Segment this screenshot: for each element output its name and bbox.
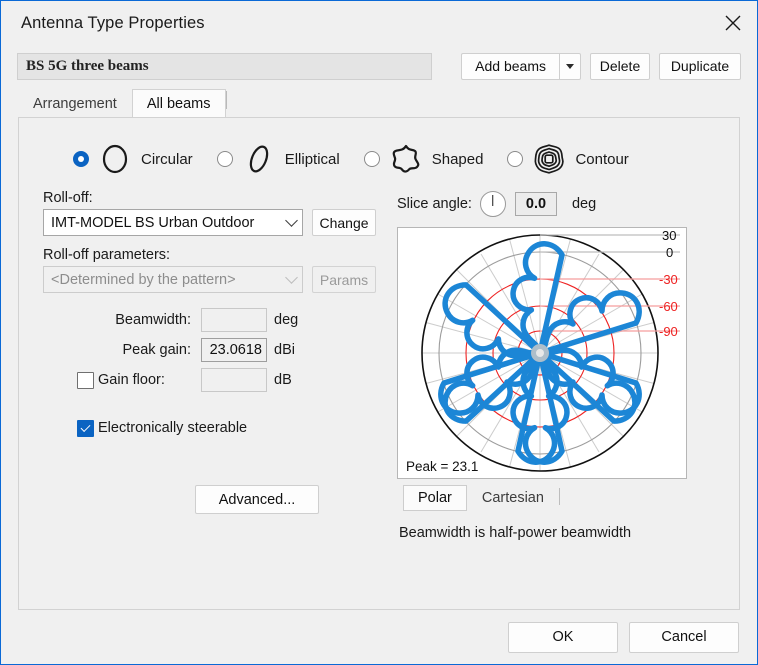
beamwidth-unit: deg bbox=[274, 312, 299, 328]
radio-contour[interactable] bbox=[507, 151, 524, 167]
beam-shape-selector: Circular Elliptical Shaped Contour bbox=[19, 118, 739, 176]
rolloff-params-label: Roll-off parameters: bbox=[43, 247, 171, 263]
rolloff-value: IMT-MODEL BS Urban Outdoor bbox=[51, 214, 255, 231]
radial-tick-m60: -60 bbox=[659, 299, 678, 314]
beamwidth-label: Beamwidth: bbox=[115, 312, 191, 328]
radial-tick-m30: -30 bbox=[659, 272, 678, 287]
antenna-name-field[interactable]: BS 5G three beams bbox=[17, 52, 433, 80]
peak-gain-unit: dBi bbox=[274, 342, 295, 358]
add-beams-dropdown-button[interactable] bbox=[559, 52, 581, 80]
steerable-label: Electronically steerable bbox=[98, 420, 248, 436]
tab-all-beams[interactable]: All beams bbox=[131, 89, 226, 117]
all-beams-panel: Circular Elliptical Shaped Contour Roll-… bbox=[18, 117, 740, 610]
shape-option-elliptical[interactable]: Elliptical bbox=[216, 142, 340, 176]
peak-gain-label: Peak gain: bbox=[122, 342, 191, 358]
plot-tab-cartesian[interactable]: Cartesian bbox=[467, 485, 559, 511]
beamwidth-input[interactable] bbox=[201, 308, 267, 332]
antenna-name-value: BS 5G three beams bbox=[26, 57, 149, 74]
close-icon bbox=[725, 15, 741, 31]
rolloff-label: Roll-off: bbox=[43, 190, 93, 206]
radial-tick-0: 0 bbox=[666, 245, 673, 260]
title-bar: Antenna Type Properties bbox=[1, 1, 757, 45]
peak-gain-row: Peak gain: 23.0618 dBi bbox=[67, 335, 391, 365]
radio-elliptical[interactable] bbox=[216, 151, 233, 167]
panel-body: Roll-off: IMT-MODEL BS Urban Outdoor Cha… bbox=[19, 176, 739, 541]
peak-gain-input[interactable]: 23.0618 bbox=[201, 338, 267, 362]
shape-option-circular[interactable]: Circular bbox=[73, 142, 193, 176]
contour-shape-icon bbox=[532, 142, 566, 176]
chevron-down-icon bbox=[285, 214, 298, 227]
chevron-down-icon bbox=[285, 271, 298, 284]
gain-floor-checkbox[interactable] bbox=[77, 371, 94, 389]
duplicate-button[interactable]: Duplicate bbox=[659, 52, 741, 80]
change-button[interactable]: Change bbox=[312, 209, 376, 236]
gain-floor-unit: dB bbox=[274, 372, 292, 388]
shape-label-elliptical: Elliptical bbox=[284, 150, 340, 168]
ellipse-shape-icon bbox=[242, 142, 276, 176]
beamwidth-hint: Beamwidth is half-power beamwidth bbox=[399, 525, 632, 541]
shape-option-shaped[interactable]: Shaped bbox=[363, 142, 484, 176]
right-column: Slice angle: 0.0 deg 30 0 -30 -60 -90 Pe… bbox=[391, 190, 739, 541]
antenna-pattern-plot[interactable]: 30 0 -30 -60 -90 Peak = 23.1 bbox=[397, 227, 687, 479]
ok-button[interactable]: OK bbox=[508, 621, 618, 653]
gain-floor-label: Gain floor: bbox=[98, 372, 165, 388]
star-shape-icon bbox=[389, 142, 423, 176]
dialog-footer: OK Cancel bbox=[1, 610, 757, 664]
shape-label-circular: Circular bbox=[141, 150, 193, 168]
add-beams-split-button: Add beams bbox=[461, 52, 581, 80]
left-column: Roll-off: IMT-MODEL BS Urban Outdoor Cha… bbox=[19, 190, 391, 541]
rolloff-params-row: <Determined by the pattern> Params bbox=[43, 266, 391, 293]
circle-shape-icon bbox=[98, 142, 132, 176]
slice-angle-label: Slice angle: bbox=[397, 196, 472, 212]
radial-tick-30: 30 bbox=[662, 228, 676, 243]
plot-view-tabs: Polar Cartesian bbox=[397, 485, 739, 511]
params-button: Params bbox=[312, 266, 376, 293]
dial-icon[interactable] bbox=[479, 191, 506, 217]
rolloff-params-value: <Determined by the pattern> bbox=[51, 271, 236, 288]
advanced-wrap: Advanced... bbox=[43, 485, 391, 514]
radio-circular[interactable] bbox=[73, 151, 89, 167]
radial-tick-m90: -90 bbox=[659, 324, 678, 339]
shape-label-shaped: Shaped bbox=[431, 150, 484, 168]
tab-strip: Arrangement All beams bbox=[1, 87, 757, 117]
slice-angle-input[interactable]: 0.0 bbox=[514, 192, 557, 216]
gain-floor-check-wrap[interactable]: Gain floor: bbox=[67, 365, 201, 395]
caret-down-icon bbox=[566, 63, 574, 69]
rolloff-row: IMT-MODEL BS Urban Outdoor Change bbox=[43, 209, 391, 236]
cancel-button[interactable]: Cancel bbox=[629, 621, 739, 653]
shape-option-contour[interactable]: Contour bbox=[507, 142, 629, 176]
tab-arrangement[interactable]: Arrangement bbox=[18, 89, 132, 117]
steerable-checkbox[interactable] bbox=[77, 419, 94, 437]
close-button[interactable] bbox=[709, 1, 757, 45]
rolloff-select[interactable]: IMT-MODEL BS Urban Outdoor bbox=[43, 209, 303, 236]
slice-angle-unit: deg bbox=[571, 196, 597, 212]
beamwidth-row: Beamwidth: deg bbox=[67, 305, 391, 335]
steerable-check-wrap[interactable]: Electronically steerable bbox=[77, 413, 391, 443]
add-beams-button[interactable]: Add beams bbox=[461, 52, 559, 80]
antenna-name-row: BS 5G three beams Add beams Delete Dupli… bbox=[1, 45, 757, 87]
window-title: Antenna Type Properties bbox=[21, 13, 205, 32]
advanced-button[interactable]: Advanced... bbox=[195, 485, 319, 514]
gain-floor-row: Gain floor: dB bbox=[43, 365, 391, 395]
plot-tab-polar[interactable]: Polar bbox=[403, 485, 467, 511]
plot-tab-separator bbox=[558, 487, 560, 505]
peak-value-label: Peak = 23.1 bbox=[406, 459, 479, 474]
radio-shaped[interactable] bbox=[363, 151, 380, 167]
polar-plot-svg: 30 0 -30 -60 -90 bbox=[421, 228, 680, 472]
gain-floor-input[interactable] bbox=[201, 368, 267, 392]
tab-separator bbox=[225, 91, 227, 109]
slice-angle-row: Slice angle: 0.0 deg bbox=[397, 190, 739, 218]
shape-label-contour: Contour bbox=[575, 150, 629, 168]
delete-button[interactable]: Delete bbox=[590, 52, 650, 80]
antenna-type-properties-dialog: Antenna Type Properties BS 5G three beam… bbox=[0, 0, 758, 665]
rolloff-params-select: <Determined by the pattern> bbox=[43, 266, 303, 293]
